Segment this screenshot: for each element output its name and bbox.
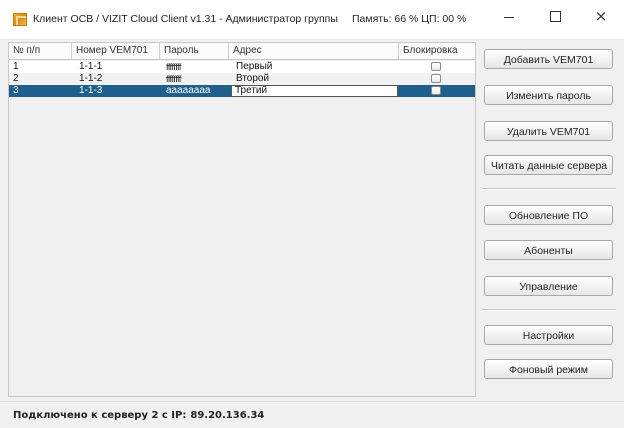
subscribers-button[interactable]: Абоненты — [484, 240, 613, 260]
cell-address: Второй — [236, 73, 270, 84]
cell-num: 2 — [13, 73, 19, 84]
cell-num: 3 — [13, 85, 19, 96]
lock-checkbox[interactable] — [431, 86, 441, 95]
maximize-icon — [549, 10, 561, 22]
vem-table[interactable]: № п/п Номер VEM701 Пароль Адрес Блокиров… — [8, 42, 476, 397]
minimize-button[interactable] — [486, 0, 532, 32]
connection-status: Подключено к серверу 2 с IP: 89.20.136.34 — [13, 410, 264, 421]
lock-checkbox[interactable] — [431, 74, 441, 83]
background-mode-button[interactable]: Фоновый режим — [484, 359, 613, 379]
cell-password: aaaaaaaa — [166, 85, 211, 96]
cell-vem: 1-1-1 — [79, 61, 103, 72]
change-password-button[interactable]: Изменить пароль — [484, 85, 613, 105]
connection-label: Подключено к серверу 2 с IP: — [13, 410, 187, 421]
table-row-selected[interactable]: 3 1-1-3 aaaaaaaa Третий — [9, 85, 475, 97]
title-bar[interactable]: Клиент ОСВ / VIZIT Cloud Client v1.31 - … — [0, 0, 624, 40]
resource-stats: Память: 66 % ЦП: 00 % — [352, 13, 467, 25]
cell-vem: 1-1-2 — [79, 73, 103, 84]
firmware-update-button[interactable]: Обновление ПО — [484, 205, 613, 225]
separator — [482, 309, 616, 311]
cell-address: Первый — [236, 61, 273, 72]
delete-vem-button[interactable]: Удалить VEM701 — [484, 121, 613, 141]
lock-checkbox[interactable] — [431, 62, 441, 71]
settings-button[interactable]: Настройки — [484, 325, 613, 345]
close-button[interactable]: × — [578, 0, 624, 32]
read-server-data-button[interactable]: Читать данные сервера — [484, 155, 613, 175]
status-bar: Подключено к серверу 2 с IP: 89.20.136.34 — [0, 401, 624, 428]
column-header-address[interactable]: Адрес — [229, 43, 399, 59]
app-window: Клиент ОСВ / VIZIT Cloud Client v1.31 - … — [0, 0, 624, 428]
table-row[interactable]: 2 1-1-2 ffffffff Второй — [9, 73, 475, 85]
table-row[interactable]: 1 1-1-1 ffffffff Первый — [9, 61, 475, 73]
add-vem-button[interactable]: Добавить VEM701 — [484, 49, 613, 69]
window-title: Клиент ОСВ / VIZIT Cloud Client v1.31 - … — [33, 13, 338, 25]
column-header-lock[interactable]: Блокировка — [399, 43, 475, 59]
server-ip: 89.20.136.34 — [190, 410, 265, 421]
separator — [482, 188, 616, 190]
cell-password: ffffffff — [166, 74, 181, 84]
cell-vem: 1-1-3 — [79, 85, 103, 96]
cell-password: ffffffff — [166, 62, 181, 72]
table-header: № п/п Номер VEM701 Пароль Адрес Блокиров… — [9, 43, 475, 60]
column-header-password[interactable]: Пароль — [160, 43, 229, 59]
column-header-vem[interactable]: Номер VEM701 — [72, 43, 160, 59]
maximize-button[interactable] — [532, 0, 578, 32]
column-header-num[interactable]: № п/п — [9, 43, 72, 59]
minimize-icon — [504, 16, 514, 18]
control-button[interactable]: Управление — [484, 276, 613, 296]
close-icon: × — [594, 7, 608, 25]
app-icon — [13, 13, 27, 26]
cell-num: 1 — [13, 61, 19, 72]
address-edit-field[interactable]: Третий — [231, 85, 398, 97]
